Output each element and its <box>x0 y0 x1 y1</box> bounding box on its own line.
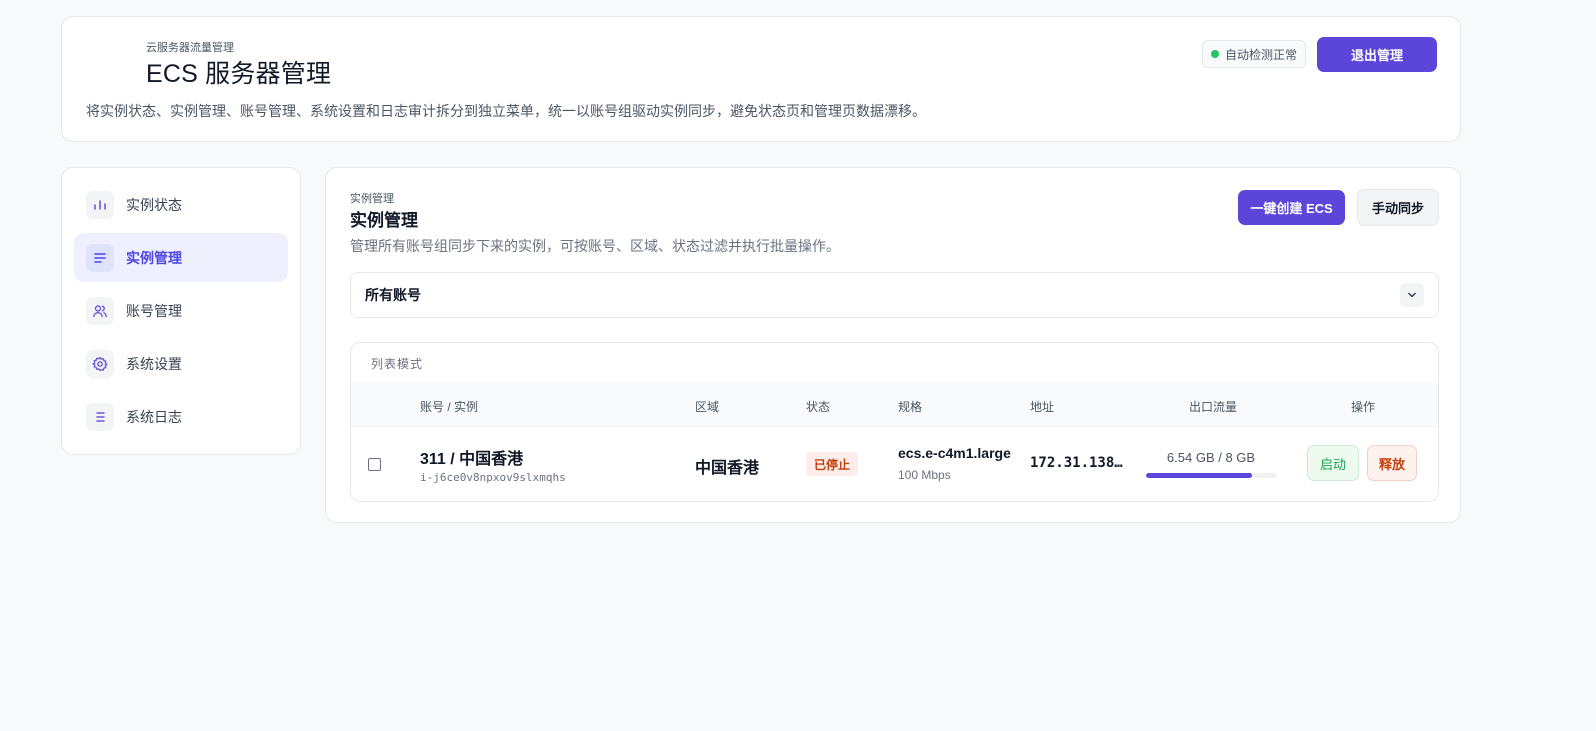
account-filter-value: 所有账号 <box>365 287 421 303</box>
section-title: 实例管理 <box>350 211 418 230</box>
sidebar-item-label: 账号管理 <box>126 302 182 319</box>
sidebar: 实例状态 实例管理 账号管理 系统设置 系统日志 <box>61 167 301 455</box>
traffic-progress-bar <box>1146 473 1276 478</box>
manual-sync-button[interactable]: 手动同步 <box>1357 189 1439 226</box>
traffic-usage-text: 6.54 GB / 8 GB <box>1166 450 1256 465</box>
page-title: ECS 服务器管理 <box>146 60 332 88</box>
column-header-address: 地址 <box>1030 400 1055 414</box>
section-description: 管理所有账号组同步下来的实例，可按账号、区域、状态过滤并执行批量操作。 <box>350 238 840 254</box>
traffic-progress-fill <box>1146 473 1253 478</box>
instance-name: 311 / 中国香港 <box>420 451 524 468</box>
sidebar-item-label: 实例管理 <box>126 249 182 266</box>
gear-icon <box>86 349 114 378</box>
app-eyebrow: 云服务器流量管理 <box>146 42 234 54</box>
page-description: 将实例状态、实例管理、账号管理、系统设置和日志审计拆分到独立菜单，统一以账号组驱… <box>86 103 926 119</box>
sidebar-item-account-management[interactable]: 账号管理 <box>74 286 288 335</box>
instance-table: 列表模式 账号 / 实例 区域 状态 规格 地址 出口流量 操作 311 / 中… <box>350 342 1439 502</box>
status-badge: 已停止 <box>806 452 859 476</box>
sidebar-item-label: 系统设置 <box>126 355 182 372</box>
sidebar-item-system-settings[interactable]: 系统设置 <box>74 339 288 388</box>
sidebar-item-instance-management[interactable]: 实例管理 <box>74 233 288 282</box>
log-list-icon <box>86 402 114 431</box>
auto-check-status-badge: 自动检测正常 <box>1202 40 1306 68</box>
instance-region: 中国香港 <box>695 460 760 477</box>
sidebar-item-label: 系统日志 <box>126 408 182 425</box>
header-card: 云服务器流量管理 ECS 服务器管理 将实例状态、实例管理、账号管理、系统设置和… <box>61 16 1461 142</box>
column-header-actions: 操作 <box>1351 400 1376 414</box>
instance-id: i-j6ce0v8npxov9slxmqhs <box>420 471 566 484</box>
sidebar-item-instance-status[interactable]: 实例状态 <box>74 180 288 229</box>
instance-management-panel: 实例管理 实例管理 管理所有账号组同步下来的实例，可按账号、区域、状态过滤并执行… <box>325 167 1461 523</box>
release-instance-button[interactable]: 释放 <box>1367 445 1417 481</box>
section-eyebrow: 实例管理 <box>350 193 394 205</box>
table-header: 账号 / 实例 区域 状态 规格 地址 出口流量 操作 <box>351 383 1438 427</box>
instance-bandwidth: 100 Mbps <box>898 468 951 482</box>
instance-spec: ecs.e-c4m1.large <box>898 445 1011 461</box>
status-dot-icon <box>1210 50 1219 58</box>
users-icon <box>86 296 114 325</box>
instance-address: 172.31.138… <box>1030 455 1123 471</box>
sidebar-item-system-logs[interactable]: 系统日志 <box>74 392 288 441</box>
column-header-account-instance: 账号 / 实例 <box>420 400 479 414</box>
account-filter-select[interactable]: 所有账号 <box>350 272 1439 318</box>
column-header-status: 状态 <box>806 400 831 414</box>
status-text: 自动检测正常 <box>1224 47 1297 62</box>
sidebar-item-label: 实例状态 <box>126 196 182 213</box>
create-ecs-button[interactable]: 一键创建 ECS <box>1238 190 1345 225</box>
row-select-checkbox[interactable] <box>368 458 381 471</box>
start-instance-button[interactable]: 启动 <box>1307 445 1359 481</box>
list-mode-label: 列表模式 <box>371 357 424 371</box>
list-icon <box>86 243 114 272</box>
exit-admin-button[interactable]: 退出管理 <box>1317 37 1437 72</box>
column-header-spec: 规格 <box>898 400 923 414</box>
column-header-region: 区域 <box>695 400 720 414</box>
column-header-egress-traffic: 出口流量 <box>1189 400 1238 414</box>
chevron-down-icon <box>1400 283 1424 307</box>
table-row: 311 / 中国香港 i-j6ce0v8npxov9slxmqhs 中国香港 已… <box>351 427 1438 501</box>
bar-chart-icon <box>86 190 114 219</box>
